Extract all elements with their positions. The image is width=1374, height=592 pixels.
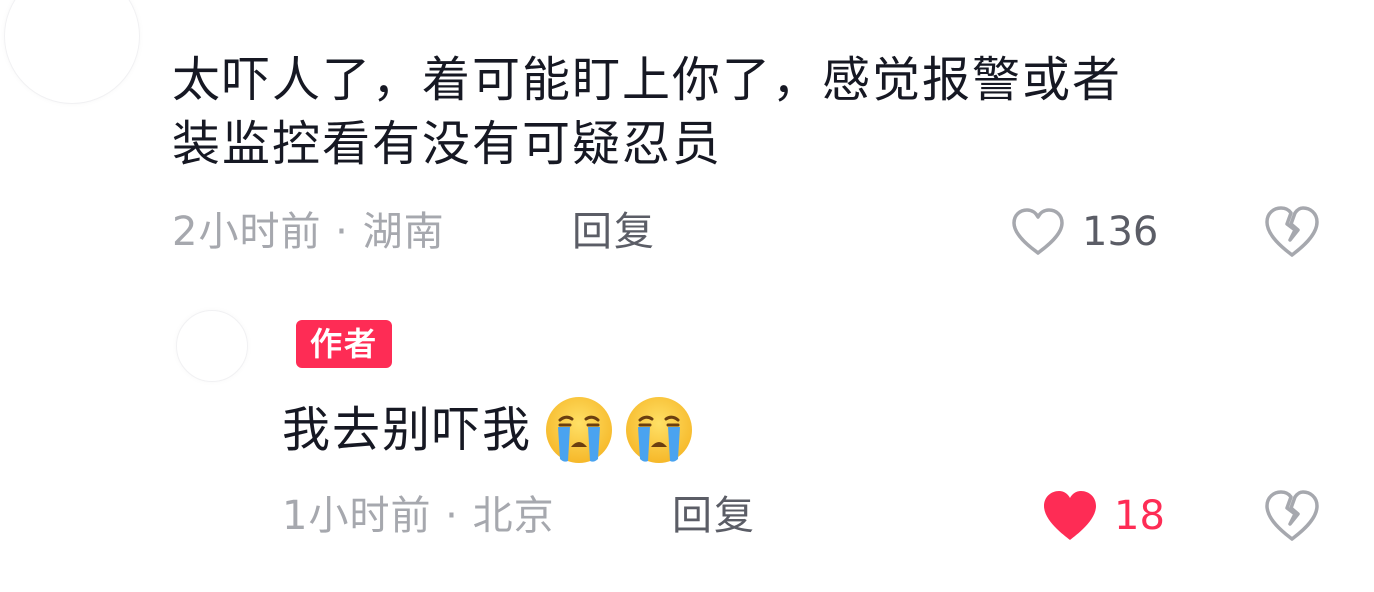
like-button[interactable]: 18 xyxy=(1040,488,1165,544)
avatar[interactable] xyxy=(176,310,248,382)
comment-text: 太吓人了，着可能盯上你了，感觉报警或者 装监控看有没有可疑忍员 xyxy=(172,48,1122,176)
avatar[interactable] xyxy=(4,0,140,104)
comment-text-line: 太吓人了，着可能盯上你了，感觉报警或者 xyxy=(172,52,1123,108)
reply-text-line: 我去别吓我 xyxy=(282,394,694,466)
like-count: 18 xyxy=(1114,493,1165,539)
comment-meta-row: 1小时前 · 北京 回复 18 xyxy=(0,484,1374,548)
comment-meta-row: 2小时前 · 湖南 回复 136 xyxy=(0,200,1374,264)
broken-heart-icon xyxy=(1265,490,1319,541)
comment-text: 我去别吓我 xyxy=(282,402,533,458)
comment-text-line: 装监控看有没有可疑忍员 xyxy=(172,116,723,172)
heart-outline-icon xyxy=(1012,208,1064,255)
dislike-button[interactable] xyxy=(1262,204,1322,260)
crying-face-icon xyxy=(546,397,613,463)
heart-filled-icon xyxy=(1044,491,1096,540)
like-button[interactable]: 136 xyxy=(1010,204,1158,260)
comment-time-location: 1小时前 · 北京 xyxy=(282,493,555,539)
dislike-button[interactable] xyxy=(1262,488,1322,544)
like-count: 136 xyxy=(1082,209,1159,255)
broken-heart-icon xyxy=(1265,206,1319,257)
reply-button[interactable]: 回复 xyxy=(672,492,756,540)
comment-time-location: 2小时前 · 湖南 xyxy=(172,209,445,255)
author-badge: 作者 xyxy=(296,320,393,368)
crying-face-icon xyxy=(626,397,693,463)
reply-button[interactable]: 回复 xyxy=(572,208,656,256)
